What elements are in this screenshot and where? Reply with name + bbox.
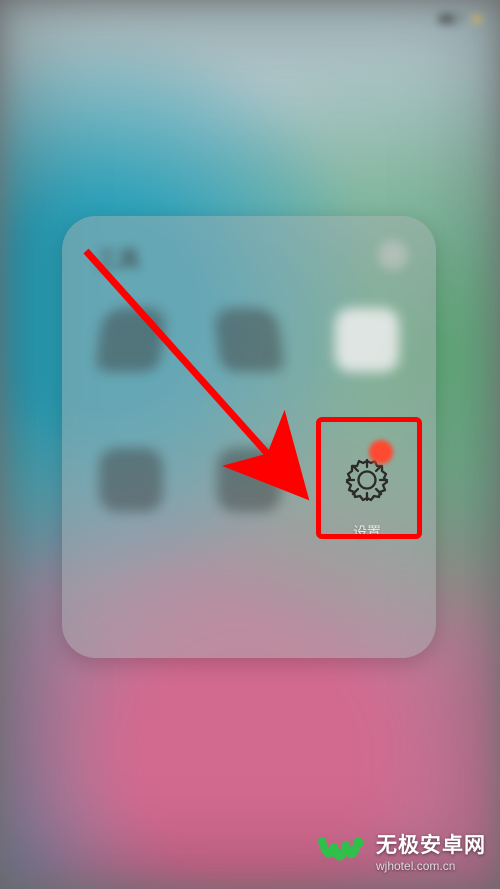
folder-app-grid: 设置: [72, 308, 426, 588]
watermark: 无极安卓网 wjhotel.com.cn: [318, 833, 486, 873]
watermark-title: 无极安卓网: [376, 835, 486, 856]
notification-badge: [369, 440, 393, 464]
folder-app-3[interactable]: [99, 448, 163, 588]
app-icon: [95, 308, 168, 372]
status-dot-icon: [472, 14, 482, 24]
folder-app-4[interactable]: [217, 448, 281, 588]
folder-menu-button[interactable]: [378, 240, 408, 270]
status-bar: [0, 0, 500, 38]
folder-app-1[interactable]: [217, 308, 281, 448]
folder-app-0[interactable]: [99, 308, 163, 448]
folder-title: 工具: [96, 242, 140, 274]
battery-icon: [438, 13, 460, 25]
home-folder-panel[interactable]: 工具: [62, 216, 436, 658]
app-icon: [99, 448, 163, 512]
watermark-logo-icon: [318, 833, 366, 873]
folder-app-settings[interactable]: 设置: [335, 448, 399, 588]
app-icon: [217, 448, 281, 512]
app-label: 设置: [353, 522, 381, 542]
folder-app-2[interactable]: [335, 308, 399, 448]
app-icon: [213, 308, 286, 372]
app-icon: [335, 308, 399, 372]
watermark-subtitle: wjhotel.com.cn: [376, 860, 486, 872]
